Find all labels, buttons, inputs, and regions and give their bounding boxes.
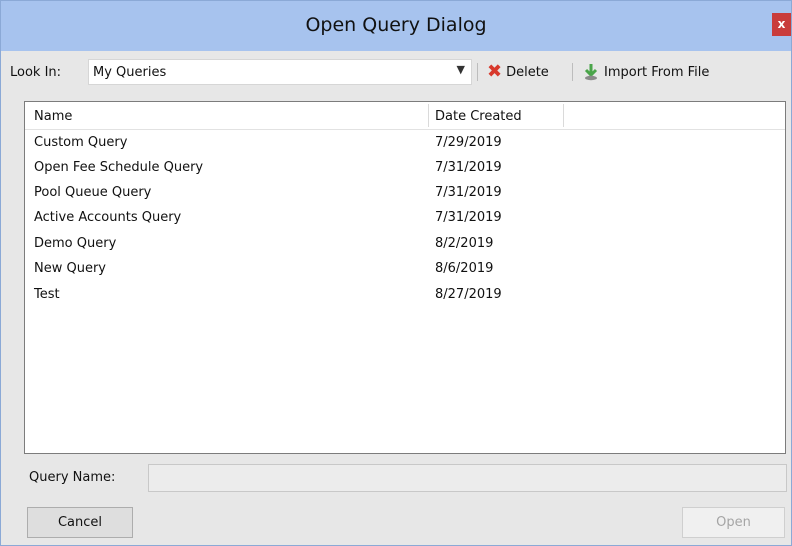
column-divider[interactable] [428, 104, 429, 127]
table-row[interactable]: Active Accounts Query 7/31/2019 [25, 207, 785, 232]
query-date-cell: 7/31/2019 [435, 210, 502, 225]
table-row[interactable]: Demo Query 8/2/2019 [25, 233, 785, 258]
window-title: Open Query Dialog [305, 14, 487, 36]
column-header-name[interactable]: Name [34, 109, 72, 124]
import-from-file-button[interactable]: Import From File [582, 60, 709, 84]
query-name-cell: Test [34, 287, 60, 302]
query-date-cell: 8/6/2019 [435, 261, 494, 276]
table-row[interactable]: Test 8/27/2019 [25, 284, 785, 309]
close-button[interactable]: x [772, 13, 791, 36]
delete-label: Delete [506, 64, 549, 80]
dropdown-arrow-icon[interactable]: ▼ [457, 63, 465, 76]
query-name-cell: Active Accounts Query [34, 210, 182, 225]
query-date-cell: 8/2/2019 [435, 236, 494, 251]
query-name-input[interactable] [148, 464, 787, 492]
open-button[interactable]: Open [682, 507, 785, 538]
table-row[interactable]: Pool Queue Query 7/31/2019 [25, 182, 785, 207]
column-divider[interactable] [563, 104, 564, 127]
query-name-cell: New Query [34, 261, 106, 276]
cancel-button[interactable]: Cancel [27, 507, 133, 538]
look-in-value: My Queries [93, 65, 167, 80]
toolbar-separator [572, 63, 573, 81]
query-name-cell: Open Fee Schedule Query [34, 160, 204, 175]
look-in-label: Look In: [10, 65, 62, 80]
open-query-dialog: Open Query Dialog x Look In: My Queries … [0, 0, 792, 546]
delete-x-icon: ✖ [487, 61, 503, 82]
query-list[interactable]: Name Date Created Custom Query 7/29/2019… [24, 101, 786, 454]
delete-button[interactable]: ✖ Delete [487, 60, 549, 84]
table-row[interactable]: Custom Query 7/29/2019 [25, 132, 785, 157]
query-name-label: Query Name: [29, 470, 116, 485]
query-name-cell: Pool Queue Query [34, 185, 152, 200]
toolbar: Look In: My Queries ▼ ✖ Delete Import Fr… [1, 55, 791, 89]
import-file-icon [584, 64, 598, 81]
close-icon: x [777, 17, 786, 31]
column-header-date-created[interactable]: Date Created [435, 109, 522, 124]
list-header: Name Date Created [25, 102, 785, 130]
query-date-cell: 7/31/2019 [435, 160, 502, 175]
query-date-cell: 8/27/2019 [435, 287, 502, 302]
look-in-dropdown[interactable]: My Queries ▼ [88, 59, 472, 85]
table-row[interactable]: Open Fee Schedule Query 7/31/2019 [25, 157, 785, 182]
table-row[interactable]: New Query 8/6/2019 [25, 258, 785, 283]
import-label: Import From File [604, 64, 710, 80]
query-date-cell: 7/31/2019 [435, 185, 502, 200]
query-name-cell: Demo Query [34, 236, 117, 251]
title-bar[interactable]: Open Query Dialog x [1, 1, 791, 51]
query-name-cell: Custom Query [34, 135, 128, 150]
toolbar-separator [477, 63, 478, 81]
query-date-cell: 7/29/2019 [435, 135, 502, 150]
